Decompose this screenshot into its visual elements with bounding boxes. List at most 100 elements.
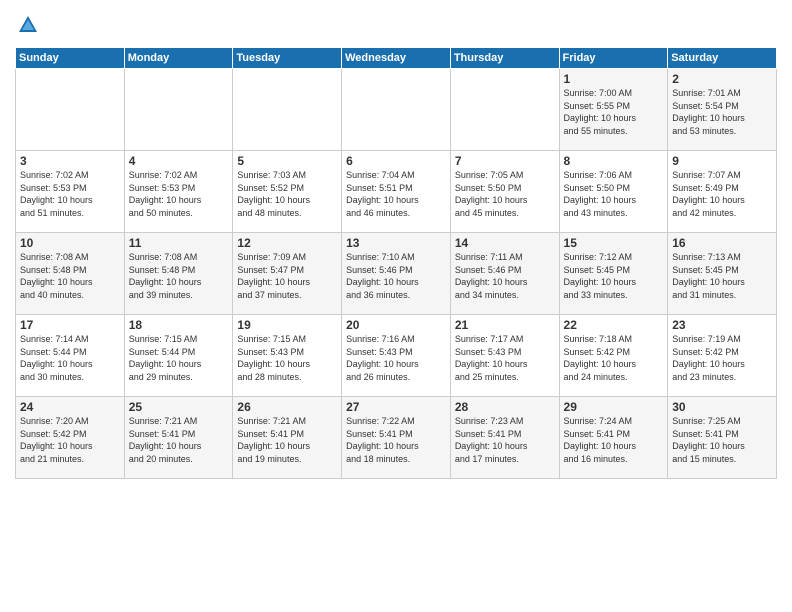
day-number: 20 xyxy=(346,318,446,332)
day-number: 17 xyxy=(20,318,120,332)
cell-info: Sunrise: 7:21 AM Sunset: 5:41 PM Dayligh… xyxy=(129,415,229,465)
cell-info: Sunrise: 7:20 AM Sunset: 5:42 PM Dayligh… xyxy=(20,415,120,465)
cell-info: Sunrise: 7:12 AM Sunset: 5:45 PM Dayligh… xyxy=(564,251,664,301)
calendar-cell: 30Sunrise: 7:25 AM Sunset: 5:41 PM Dayli… xyxy=(668,397,777,479)
day-number: 4 xyxy=(129,154,229,168)
cell-info: Sunrise: 7:04 AM Sunset: 5:51 PM Dayligh… xyxy=(346,169,446,219)
cell-info: Sunrise: 7:05 AM Sunset: 5:50 PM Dayligh… xyxy=(455,169,555,219)
header xyxy=(15,10,777,41)
cell-info: Sunrise: 7:01 AM Sunset: 5:54 PM Dayligh… xyxy=(672,87,772,137)
logo xyxy=(15,14,39,41)
calendar-cell xyxy=(342,69,451,151)
calendar-cell: 2Sunrise: 7:01 AM Sunset: 5:54 PM Daylig… xyxy=(668,69,777,151)
day-number: 1 xyxy=(564,72,664,86)
calendar-cell: 13Sunrise: 7:10 AM Sunset: 5:46 PM Dayli… xyxy=(342,233,451,315)
day-number: 28 xyxy=(455,400,555,414)
day-number: 27 xyxy=(346,400,446,414)
cell-info: Sunrise: 7:25 AM Sunset: 5:41 PM Dayligh… xyxy=(672,415,772,465)
day-number: 16 xyxy=(672,236,772,250)
day-number: 12 xyxy=(237,236,337,250)
calendar-cell: 1Sunrise: 7:00 AM Sunset: 5:55 PM Daylig… xyxy=(559,69,668,151)
day-number: 11 xyxy=(129,236,229,250)
cell-info: Sunrise: 7:11 AM Sunset: 5:46 PM Dayligh… xyxy=(455,251,555,301)
cell-info: Sunrise: 7:00 AM Sunset: 5:55 PM Dayligh… xyxy=(564,87,664,137)
cell-info: Sunrise: 7:23 AM Sunset: 5:41 PM Dayligh… xyxy=(455,415,555,465)
calendar-cell: 14Sunrise: 7:11 AM Sunset: 5:46 PM Dayli… xyxy=(450,233,559,315)
cell-info: Sunrise: 7:03 AM Sunset: 5:52 PM Dayligh… xyxy=(237,169,337,219)
day-number: 7 xyxy=(455,154,555,168)
logo-text xyxy=(15,14,39,41)
cell-info: Sunrise: 7:09 AM Sunset: 5:47 PM Dayligh… xyxy=(237,251,337,301)
cell-info: Sunrise: 7:06 AM Sunset: 5:50 PM Dayligh… xyxy=(564,169,664,219)
calendar-cell: 17Sunrise: 7:14 AM Sunset: 5:44 PM Dayli… xyxy=(16,315,125,397)
logo-general xyxy=(15,14,39,41)
cell-info: Sunrise: 7:21 AM Sunset: 5:41 PM Dayligh… xyxy=(237,415,337,465)
cell-info: Sunrise: 7:02 AM Sunset: 5:53 PM Dayligh… xyxy=(129,169,229,219)
cell-info: Sunrise: 7:02 AM Sunset: 5:53 PM Dayligh… xyxy=(20,169,120,219)
calendar-cell: 15Sunrise: 7:12 AM Sunset: 5:45 PM Dayli… xyxy=(559,233,668,315)
week-row-2: 3Sunrise: 7:02 AM Sunset: 5:53 PM Daylig… xyxy=(16,151,777,233)
calendar-cell: 18Sunrise: 7:15 AM Sunset: 5:44 PM Dayli… xyxy=(124,315,233,397)
day-number: 24 xyxy=(20,400,120,414)
day-number: 2 xyxy=(672,72,772,86)
cell-info: Sunrise: 7:16 AM Sunset: 5:43 PM Dayligh… xyxy=(346,333,446,383)
day-number: 10 xyxy=(20,236,120,250)
logo-icon xyxy=(17,14,39,36)
day-number: 23 xyxy=(672,318,772,332)
calendar-table: SundayMondayTuesdayWednesdayThursdayFrid… xyxy=(15,47,777,479)
cell-info: Sunrise: 7:17 AM Sunset: 5:43 PM Dayligh… xyxy=(455,333,555,383)
calendar-cell: 27Sunrise: 7:22 AM Sunset: 5:41 PM Dayli… xyxy=(342,397,451,479)
calendar-cell: 9Sunrise: 7:07 AM Sunset: 5:49 PM Daylig… xyxy=(668,151,777,233)
calendar-cell xyxy=(16,69,125,151)
cell-info: Sunrise: 7:08 AM Sunset: 5:48 PM Dayligh… xyxy=(129,251,229,301)
day-number: 6 xyxy=(346,154,446,168)
day-number: 22 xyxy=(564,318,664,332)
calendar-cell: 29Sunrise: 7:24 AM Sunset: 5:41 PM Dayli… xyxy=(559,397,668,479)
week-row-5: 24Sunrise: 7:20 AM Sunset: 5:42 PM Dayli… xyxy=(16,397,777,479)
col-header-monday: Monday xyxy=(124,48,233,69)
day-number: 25 xyxy=(129,400,229,414)
day-number: 26 xyxy=(237,400,337,414)
col-header-wednesday: Wednesday xyxy=(342,48,451,69)
calendar-cell: 21Sunrise: 7:17 AM Sunset: 5:43 PM Dayli… xyxy=(450,315,559,397)
calendar-cell: 11Sunrise: 7:08 AM Sunset: 5:48 PM Dayli… xyxy=(124,233,233,315)
calendar-cell: 25Sunrise: 7:21 AM Sunset: 5:41 PM Dayli… xyxy=(124,397,233,479)
calendar-cell: 28Sunrise: 7:23 AM Sunset: 5:41 PM Dayli… xyxy=(450,397,559,479)
day-number: 18 xyxy=(129,318,229,332)
cell-info: Sunrise: 7:13 AM Sunset: 5:45 PM Dayligh… xyxy=(672,251,772,301)
week-row-4: 17Sunrise: 7:14 AM Sunset: 5:44 PM Dayli… xyxy=(16,315,777,397)
day-number: 19 xyxy=(237,318,337,332)
week-row-1: 1Sunrise: 7:00 AM Sunset: 5:55 PM Daylig… xyxy=(16,69,777,151)
calendar-cell: 8Sunrise: 7:06 AM Sunset: 5:50 PM Daylig… xyxy=(559,151,668,233)
calendar-cell: 16Sunrise: 7:13 AM Sunset: 5:45 PM Dayli… xyxy=(668,233,777,315)
calendar-cell: 6Sunrise: 7:04 AM Sunset: 5:51 PM Daylig… xyxy=(342,151,451,233)
calendar-cell: 3Sunrise: 7:02 AM Sunset: 5:53 PM Daylig… xyxy=(16,151,125,233)
day-number: 9 xyxy=(672,154,772,168)
day-number: 15 xyxy=(564,236,664,250)
day-number: 21 xyxy=(455,318,555,332)
col-header-friday: Friday xyxy=(559,48,668,69)
calendar-cell: 10Sunrise: 7:08 AM Sunset: 5:48 PM Dayli… xyxy=(16,233,125,315)
cell-info: Sunrise: 7:15 AM Sunset: 5:44 PM Dayligh… xyxy=(129,333,229,383)
cell-info: Sunrise: 7:14 AM Sunset: 5:44 PM Dayligh… xyxy=(20,333,120,383)
calendar-cell: 12Sunrise: 7:09 AM Sunset: 5:47 PM Dayli… xyxy=(233,233,342,315)
calendar-cell: 23Sunrise: 7:19 AM Sunset: 5:42 PM Dayli… xyxy=(668,315,777,397)
day-number: 30 xyxy=(672,400,772,414)
calendar-cell: 5Sunrise: 7:03 AM Sunset: 5:52 PM Daylig… xyxy=(233,151,342,233)
day-number: 13 xyxy=(346,236,446,250)
cell-info: Sunrise: 7:18 AM Sunset: 5:42 PM Dayligh… xyxy=(564,333,664,383)
day-number: 8 xyxy=(564,154,664,168)
day-number: 29 xyxy=(564,400,664,414)
calendar-cell xyxy=(450,69,559,151)
day-number: 5 xyxy=(237,154,337,168)
col-header-saturday: Saturday xyxy=(668,48,777,69)
week-row-3: 10 Sunrise: 7:08 AM Sunset: 5:48 PM Dayli… xyxy=(16,233,777,315)
cell-info: Sunrise: 7:19 AM Sunset: 5:42 PM Dayligh… xyxy=(672,333,772,383)
cell-info: Sunrise: 7:07 AM Sunset: 5:49 PM Dayligh… xyxy=(672,169,772,219)
calendar-cell: 4Sunrise: 7:02 AM Sunset: 5:53 PM Daylig… xyxy=(124,151,233,233)
col-header-sunday: Sunday xyxy=(16,48,125,69)
cell-info: Sunrise: 7:10 AM Sunset: 5:46 PM Dayligh… xyxy=(346,251,446,301)
calendar-cell: 20Sunrise: 7:16 AM Sunset: 5:43 PM Dayli… xyxy=(342,315,451,397)
calendar-cell xyxy=(124,69,233,151)
day-number: 3 xyxy=(20,154,120,168)
